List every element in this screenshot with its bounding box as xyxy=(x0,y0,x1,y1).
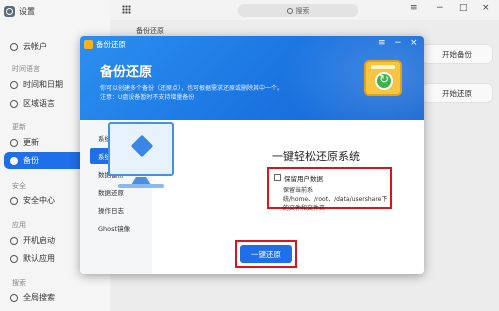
breadcrumb: 备份还原 xyxy=(136,27,164,35)
dialog-description: 你可以创建多个备份（还原点），也可根据需求还原或删除其中一个。 注意：U盘设备暂… xyxy=(100,84,283,102)
maximize-icon[interactable]: □ xyxy=(459,3,468,13)
description-note: 注意：U盘设备暂时不支持增量备份 xyxy=(100,94,195,101)
sidebar-item-label: 云帐户 xyxy=(23,42,47,51)
tab-ghost-image[interactable]: Ghost镜像 xyxy=(90,220,146,236)
menu-icon[interactable]: ≡ xyxy=(410,3,418,13)
one-click-restore-button[interactable]: 一键还原 xyxy=(240,245,292,263)
sidebar-item-label: 默认应用 xyxy=(23,254,55,263)
search-placeholder: 搜索 xyxy=(295,6,310,15)
sidebar-item-label: 区域语言 xyxy=(23,99,55,108)
sidebar-item-label: 更新 xyxy=(23,138,39,147)
group-title-security: 安全 xyxy=(12,182,26,190)
close-icon[interactable]: × xyxy=(482,3,490,13)
description-line: 你可以创建多个备份（还原点），也可根据需求还原或删除其中一个。 xyxy=(100,85,284,92)
sidebar-item-label: 安全中心 xyxy=(23,196,55,205)
restore-arrow-icon xyxy=(375,72,393,90)
minimize-icon[interactable]: − xyxy=(436,3,444,13)
backup-restore-hero-icon xyxy=(364,60,402,96)
checkbox-label: 保留用户数据 xyxy=(284,175,323,183)
settings-app-icon xyxy=(4,5,15,17)
backup-icon xyxy=(10,156,18,165)
grid-menu-icon[interactable] xyxy=(122,5,131,14)
search-icon xyxy=(286,7,293,14)
search-icon xyxy=(10,293,18,302)
group-title-update: 更新 xyxy=(12,123,26,131)
dialog-title: 备份还原 xyxy=(100,65,153,80)
clock-icon xyxy=(10,80,18,89)
sidebar-item-label: 开机启动 xyxy=(23,236,55,245)
checkbox-description: 保留当前系统/home、/root、/data/usershare下的文件和文件… xyxy=(283,187,388,212)
dialog-minimize-icon[interactable]: − xyxy=(394,38,402,48)
start-restore-button[interactable]: 开始还原 xyxy=(422,84,492,102)
group-title-time-language: 时间语言 xyxy=(12,65,40,73)
shield-icon xyxy=(10,196,18,205)
keep-user-data-checkbox[interactable] xyxy=(274,174,281,181)
dialog-menu-icon[interactable]: ≡ xyxy=(378,38,386,48)
cloud-icon xyxy=(10,42,18,51)
restore-heading: 一键轻松还原系统 xyxy=(272,150,360,163)
group-title-apps: 应用 xyxy=(12,221,26,229)
start-backup-button[interactable]: 开始备份 xyxy=(422,45,492,63)
app-header: 设置 xyxy=(4,4,35,18)
dialog-header: 备份还原 ≡ − × 备份还原 你可以创建多个备份（还原点），也可根据需求还原或… xyxy=(80,36,424,146)
apps-icon xyxy=(10,254,18,263)
sidebar-item-label: 全局搜索 xyxy=(23,293,55,302)
update-icon xyxy=(10,138,18,147)
system-logo-icon xyxy=(130,134,154,158)
dialog-window-title: 备份还原 xyxy=(96,40,126,49)
sidebar-item-label: 时间和日期 xyxy=(23,80,63,89)
backup-app-icon xyxy=(84,40,93,49)
group-title-search: 搜索 xyxy=(12,279,26,287)
monitor-base xyxy=(118,184,164,188)
sidebar-item-label: 备份 xyxy=(23,156,39,165)
search-input[interactable]: 搜索 xyxy=(238,4,358,17)
app-title: 设置 xyxy=(19,6,35,16)
sidebar-item-global-search[interactable]: 全局搜索 xyxy=(4,289,108,306)
monitor-illustration xyxy=(108,122,174,176)
dialog-close-icon[interactable]: × xyxy=(410,38,418,48)
tab-operation-log[interactable]: 操作日志 xyxy=(90,202,146,218)
globe-icon xyxy=(10,99,18,108)
power-icon xyxy=(10,236,18,245)
